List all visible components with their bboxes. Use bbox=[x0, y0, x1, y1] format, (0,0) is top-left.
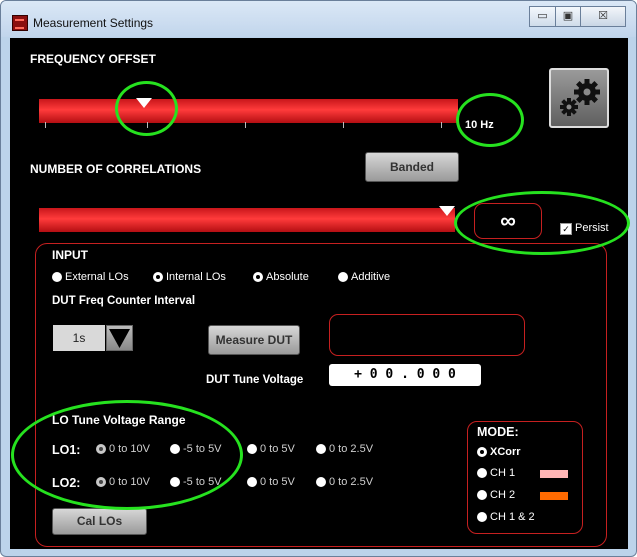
radio-label: Additive bbox=[351, 271, 391, 284]
maximize-button[interactable]: ▣ bbox=[555, 6, 581, 27]
input-title: INPUT bbox=[52, 248, 88, 262]
gear-icon bbox=[560, 79, 600, 116]
frequency-offset-slider[interactable] bbox=[39, 99, 458, 123]
lo2-radio-0-to-2-5v[interactable]: 0 to 2.5V bbox=[316, 476, 373, 488]
lo2-radio-0-to-5v[interactable]: 0 to 5V bbox=[247, 476, 295, 488]
cal-los-button[interactable]: Cal LOs bbox=[52, 508, 147, 535]
interval-dropdown[interactable]: 1s bbox=[53, 325, 133, 351]
mode-radio-ch2[interactable]: CH 2 bbox=[477, 489, 515, 501]
lo1-radio-0-to-5v[interactable]: 0 to 5V bbox=[247, 443, 295, 455]
highlight-circle bbox=[115, 81, 178, 136]
radio-label: CH 2 bbox=[490, 489, 516, 502]
mode-radio-ch1-and-ch2[interactable]: CH 1 & 2 bbox=[477, 511, 535, 523]
radio-label: CH 1 & 2 bbox=[490, 511, 535, 524]
dut-tune-voltage-label: DUT Tune Voltage bbox=[206, 374, 304, 386]
radio-external-los[interactable]: External LOs bbox=[52, 271, 129, 283]
mode-radio-xcorr[interactable]: XCorr bbox=[477, 446, 521, 458]
radio-label: 0 to 5V bbox=[260, 443, 295, 456]
radio-dot bbox=[338, 272, 348, 283]
radio-additive[interactable]: Additive bbox=[338, 271, 390, 283]
radio-label: Internal LOs bbox=[166, 271, 226, 284]
measure-dut-button[interactable]: Measure DUT bbox=[208, 325, 300, 355]
radio-dot bbox=[247, 444, 257, 455]
highlight-circle bbox=[454, 191, 630, 255]
window-title: Measurement Settings bbox=[33, 16, 154, 30]
radio-label: External LOs bbox=[65, 271, 129, 284]
banded-button[interactable]: Banded bbox=[365, 152, 459, 182]
radio-dot bbox=[477, 490, 487, 501]
mode-radio-ch1[interactable]: CH 1 bbox=[477, 467, 515, 479]
title-bar[interactable]: Measurement Settings ▭ ▣ ☒ bbox=[1, 1, 636, 37]
mode-title: MODE: bbox=[477, 425, 519, 439]
radio-label: 0 to 2.5V bbox=[329, 476, 374, 489]
radio-label: XCorr bbox=[490, 446, 521, 459]
correlations-slider[interactable] bbox=[39, 208, 455, 232]
radio-dot bbox=[247, 477, 257, 488]
radio-dot bbox=[52, 272, 62, 283]
interval-dropdown-arrow[interactable] bbox=[106, 325, 133, 351]
radio-dot bbox=[253, 272, 263, 283]
app-icon bbox=[12, 15, 28, 31]
highlight-circle bbox=[456, 93, 524, 147]
measurement-settings-window: Measurement Settings ▭ ▣ ☒ FREQUENCY OFF… bbox=[0, 0, 637, 557]
radio-absolute[interactable]: Absolute bbox=[253, 271, 309, 283]
slider-tick bbox=[245, 122, 246, 128]
slider-tick bbox=[343, 122, 344, 128]
radio-dot bbox=[316, 444, 326, 455]
radio-dot bbox=[153, 272, 163, 283]
radio-label: 0 to 2.5V bbox=[329, 443, 374, 456]
highlight-circle bbox=[11, 400, 243, 510]
dut-freq-counter-label: DUT Freq Counter Interval bbox=[52, 295, 196, 307]
radio-dot bbox=[316, 477, 326, 488]
radio-dot bbox=[477, 468, 487, 479]
radio-dot bbox=[477, 512, 487, 523]
radio-dot bbox=[477, 447, 487, 458]
number-of-correlations-label: NUMBER OF CORRELATIONS bbox=[30, 162, 202, 176]
ch1-color-swatch bbox=[540, 470, 568, 478]
dut-tune-voltage-field[interactable]: + 0 0 . 0 0 0 bbox=[329, 364, 481, 386]
interval-value: 1s bbox=[53, 325, 105, 351]
radio-label: 0 to 5V bbox=[260, 476, 295, 489]
radio-internal-los[interactable]: Internal LOs bbox=[153, 271, 226, 283]
ch2-color-swatch bbox=[540, 492, 568, 500]
minimize-button[interactable]: ▭ bbox=[529, 6, 556, 27]
lo1-radio-0-to-2-5v[interactable]: 0 to 2.5V bbox=[316, 443, 373, 455]
triangle-down-icon bbox=[109, 329, 130, 348]
settings-button[interactable] bbox=[549, 68, 609, 128]
radio-label: CH 1 bbox=[490, 467, 516, 480]
slider-tick bbox=[441, 122, 442, 128]
dut-readout bbox=[329, 314, 525, 356]
close-button[interactable]: ☒ bbox=[580, 6, 626, 27]
radio-label: Absolute bbox=[266, 271, 309, 284]
slider-tick bbox=[45, 122, 46, 128]
correlations-slider-thumb[interactable] bbox=[438, 206, 455, 216]
frequency-offset-label: FREQUENCY OFFSET bbox=[30, 52, 156, 66]
